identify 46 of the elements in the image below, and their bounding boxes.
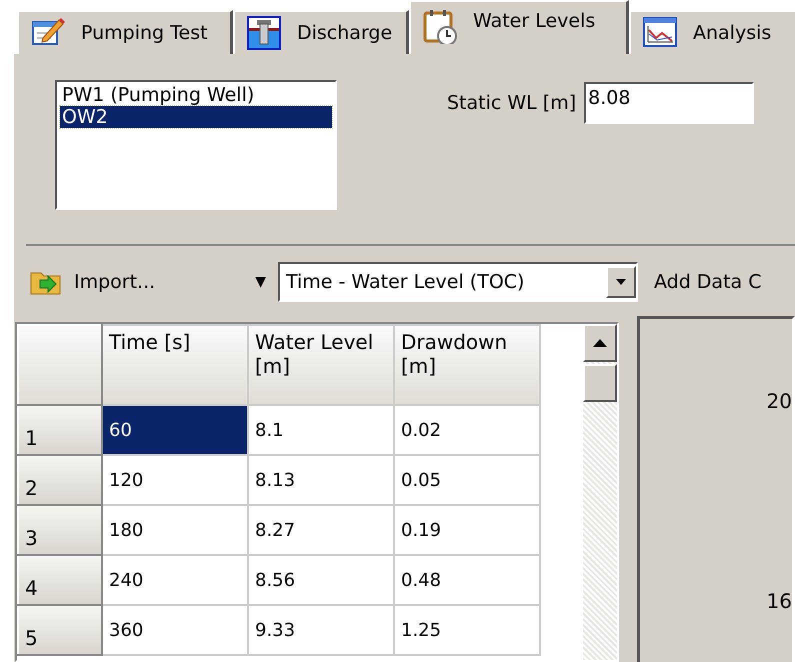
table-cell[interactable]: 9.33 bbox=[248, 605, 394, 655]
static-wl-field[interactable]: 8.08 bbox=[584, 82, 754, 124]
row-header[interactable]: 1 bbox=[18, 405, 102, 455]
table-cell[interactable]: 60 bbox=[102, 405, 248, 455]
scroll-thumb[interactable] bbox=[583, 364, 617, 402]
tab[interactable]: Analysis bbox=[629, 10, 795, 54]
well-item[interactable]: OW2 bbox=[60, 106, 332, 128]
up-arrow-icon bbox=[593, 339, 607, 347]
axis-tick-label: 16 bbox=[766, 589, 792, 613]
table-cell[interactable]: 1.25 bbox=[394, 605, 540, 655]
row-header[interactable]: 4 bbox=[18, 555, 102, 605]
column-header[interactable]: Drawdown [m] bbox=[394, 325, 540, 405]
table-cell[interactable]: 360 bbox=[102, 605, 248, 655]
tab[interactable]: Water Levels bbox=[409, 0, 629, 54]
table-cell[interactable]: 8.13 bbox=[248, 455, 394, 505]
table-cell[interactable]: 0.19 bbox=[394, 505, 540, 555]
caret-icon bbox=[614, 278, 627, 286]
row-header[interactable]: 5 bbox=[18, 605, 102, 655]
pump-icon bbox=[247, 16, 281, 50]
tab[interactable]: Pumping Test bbox=[17, 10, 233, 54]
column-header[interactable]: Water Level [m] bbox=[248, 325, 394, 405]
static-wl-label: Static WL [m] bbox=[447, 92, 576, 114]
table-cell[interactable]: 240 bbox=[102, 555, 248, 605]
scrollbar[interactable] bbox=[583, 324, 617, 660]
import-button[interactable]: Import... bbox=[30, 268, 156, 296]
well-list[interactable]: PW1 (Pumping Well) OW2 bbox=[55, 80, 337, 210]
column-header[interactable]: Time [s] bbox=[102, 325, 248, 405]
tab[interactable]: Discharge bbox=[233, 10, 409, 54]
dropdown-arrow[interactable]: ▼ bbox=[255, 274, 266, 290]
table-cell[interactable]: 120 bbox=[102, 455, 248, 505]
table-cell[interactable]: 8.1 bbox=[248, 405, 394, 455]
row-header[interactable]: 2 bbox=[18, 455, 102, 505]
chart-window-icon bbox=[643, 16, 677, 50]
calendar-clock-icon bbox=[423, 10, 457, 44]
table-cell[interactable]: 180 bbox=[102, 505, 248, 555]
axis-tick-label: 20 bbox=[766, 389, 792, 413]
scroll-up-button[interactable] bbox=[583, 324, 617, 362]
data-type-dropdown[interactable]: Time - Water Level (TOC) bbox=[278, 262, 638, 302]
table-cell[interactable]: 0.48 bbox=[394, 555, 540, 605]
row-header[interactable]: 3 bbox=[18, 505, 102, 555]
table-cell[interactable]: 8.27 bbox=[248, 505, 394, 555]
table-cell[interactable]: 8.56 bbox=[248, 555, 394, 605]
table-cell[interactable]: 0.02 bbox=[394, 405, 540, 455]
table-cell[interactable]: 0.05 bbox=[394, 455, 540, 505]
well-item[interactable]: PW1 (Pumping Well) bbox=[60, 84, 332, 106]
add-data-label[interactable]: Add Data C bbox=[654, 271, 762, 293]
